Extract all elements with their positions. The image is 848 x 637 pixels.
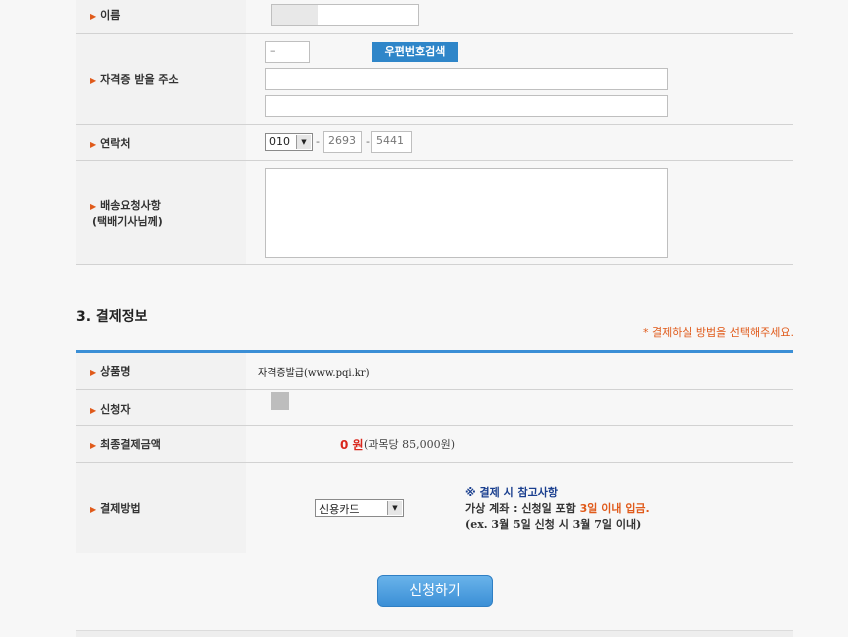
name-label: ▶ 이름 xyxy=(90,9,121,22)
total-amount: 0 원 xyxy=(340,438,364,452)
amount-note: (과목당 85,000원) xyxy=(364,438,456,451)
delivery-textarea[interactable] xyxy=(265,168,668,258)
arrow-icon: ▶ xyxy=(90,140,97,149)
method-label-cell: ▶ 결제방법 xyxy=(76,463,246,553)
divider xyxy=(76,264,793,265)
applicant-masked xyxy=(271,392,289,410)
phone-separator: - xyxy=(366,135,370,148)
product-label-cell: ▶ 상품명 xyxy=(76,353,246,389)
product-label: ▶ 상품명 xyxy=(90,365,131,378)
name-label-cell: ▶ 이름 xyxy=(76,0,246,33)
total-label-cell: ▶ 최종결제금액 xyxy=(76,426,246,462)
name-input[interactable] xyxy=(271,4,419,26)
arrow-icon: ▶ xyxy=(90,505,97,514)
zip-search-button[interactable]: 우편번호검색 xyxy=(372,42,458,62)
applicant-label: ▶ 신청자 xyxy=(90,403,131,416)
phone-prefix-select[interactable]: 010 ▼ xyxy=(265,133,313,151)
phone-separator: - xyxy=(316,135,320,148)
address-line2-input[interactable] xyxy=(265,95,668,117)
address-label: ▶ 자격증 받을 주소 xyxy=(90,73,179,86)
zip-input[interactable]: – xyxy=(265,41,310,63)
total-label: ▶ 최종결제금액 xyxy=(90,438,161,451)
section-title: 3. 결제정보 xyxy=(76,309,148,325)
reference-line1: 가상 계좌 : 신청일 포함 3일 이내 입금. xyxy=(465,502,650,515)
payment-method-select[interactable]: 신용카드 ▼ xyxy=(315,499,404,517)
delivery-label: ▶ 배송요청사항 xyxy=(90,199,161,212)
phone-label-cell: ▶ 연락처 xyxy=(76,125,246,160)
payment-notice: * 결제하실 방법을 선택해주세요. xyxy=(642,326,794,339)
arrow-icon: ▶ xyxy=(90,202,97,211)
address-label-cell: ▶ 자격증 받을 주소 xyxy=(76,34,246,124)
phone-mid-input[interactable]: 2693 xyxy=(323,131,362,153)
arrow-icon: ▶ xyxy=(90,441,97,450)
chevron-down-icon[interactable]: ▼ xyxy=(296,135,311,149)
delivery-sublabel: (택배기사님께) xyxy=(92,215,163,228)
address-line1-input[interactable] xyxy=(265,68,668,90)
arrow-icon: ▶ xyxy=(90,406,97,415)
arrow-icon: ▶ xyxy=(90,368,97,377)
submit-button[interactable]: 신청하기 xyxy=(377,575,493,607)
phone-last-input[interactable]: 5441 xyxy=(371,131,412,153)
phone-label: ▶ 연락처 xyxy=(90,137,131,150)
arrow-icon: ▶ xyxy=(90,12,97,21)
delivery-label-cell: ▶ 배송요청사항 (택배기사님께) xyxy=(76,161,246,264)
name-masked xyxy=(272,5,318,25)
arrow-icon: ▶ xyxy=(90,76,97,85)
chevron-down-icon[interactable]: ▼ xyxy=(387,501,402,515)
reference-line2: (ex. 3월 5일 신청 시 3월 7일 이내) xyxy=(465,518,642,531)
reference-title: ※ 결제 시 참고사항 xyxy=(465,486,559,499)
method-label: ▶ 결제방법 xyxy=(90,502,141,515)
applicant-label-cell: ▶ 신청자 xyxy=(76,390,246,425)
product-value: 자격증발급(www.pqi.kr) xyxy=(258,368,370,379)
